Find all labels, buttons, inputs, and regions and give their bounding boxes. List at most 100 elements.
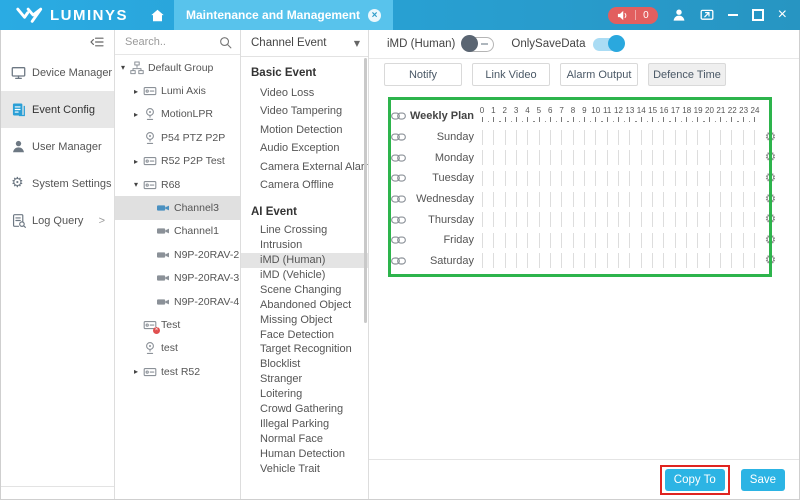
menu-item-intrusion[interactable]: Intrusion (241, 238, 368, 253)
sidebar-item-log-query[interactable]: Log Query> (1, 202, 114, 239)
tree-node-r68[interactable]: ▾ R68 (115, 173, 240, 196)
link-all-icon[interactable] (391, 110, 406, 122)
timeline-wednesday[interactable] (482, 192, 755, 207)
timeline-monday[interactable] (482, 150, 755, 165)
day-settings-gear-icon[interactable]: ⚙ (763, 171, 778, 186)
tree-node-default-group[interactable]: ▾Default Group (115, 56, 240, 79)
tab-maintenance-and-management[interactable]: Maintenance and Management × (174, 0, 393, 30)
minimize-button[interactable] (728, 14, 738, 16)
tree-node-n9p-20rav-3[interactable]: N9P-20RAV-3 (115, 267, 240, 290)
search-input[interactable] (123, 35, 215, 49)
tree-node-label: R68 (161, 179, 180, 191)
event-enable-toggle[interactable] (462, 37, 494, 52)
menu-item-abandoned-object[interactable]: Abandoned Object (241, 298, 368, 313)
expander-open-icon[interactable]: ▾ (118, 63, 128, 72)
sidebar-item-user-manager[interactable]: User Manager (1, 128, 114, 165)
tree-node-test-r52[interactable]: ▸test R52 (115, 360, 240, 383)
tree-node-icon-wrap (156, 201, 170, 215)
tree-node-p54-ptz-p2p[interactable]: P54 PTZ P2P (115, 126, 240, 149)
home-button[interactable] (140, 0, 174, 30)
search-icon[interactable] (219, 36, 232, 49)
tree-node-channel3[interactable]: Channel3 (115, 196, 240, 219)
tree-node-n9p-20rav-2[interactable]: N9P-20RAV-2 (115, 243, 240, 266)
tree-node-label: test (161, 342, 178, 354)
menu-item-imd-vehicle[interactable]: iMD (Vehicle) (241, 268, 368, 283)
hour-label: 7 (559, 106, 563, 115)
menu-scrollbar[interactable] (364, 58, 367, 323)
link-day-icon[interactable] (391, 234, 406, 246)
menu-item-target-recognition[interactable]: Target Recognition (241, 342, 368, 357)
timeline-tuesday[interactable] (482, 171, 755, 186)
tab-link-video[interactable]: Link Video (472, 63, 550, 86)
link-day-icon[interactable] (391, 172, 406, 184)
menu-item-illegal-parking[interactable]: Illegal Parking (241, 417, 368, 432)
timeline-friday[interactable] (482, 233, 755, 248)
sidebar-item-system-settings[interactable]: ⚙System Settings (1, 165, 114, 202)
link-day-icon[interactable] (391, 152, 406, 164)
tree-node-n9p-20rav-4[interactable]: N9P-20RAV-4 (115, 290, 240, 313)
sidebar-item-device-manager[interactable]: Device Manager (1, 54, 114, 91)
day-settings-gear-icon[interactable]: ⚙ (763, 212, 778, 227)
tree-node-lumi-axis[interactable]: ▸Lumi Axis (115, 79, 240, 102)
menu-item-face-detection[interactable]: Face Detection (241, 328, 368, 343)
expander-closed-icon[interactable]: ▸ (131, 367, 141, 376)
tab-notify[interactable]: Notify (384, 63, 462, 86)
alarm-badge[interactable]: 0 (608, 7, 658, 24)
hour-label: 16 (660, 106, 669, 115)
expander-closed-icon[interactable]: ▸ (131, 110, 141, 119)
menu-item-blocklist[interactable]: Blocklist (241, 357, 368, 372)
menu-item-camera-external-alarm[interactable]: Camera External Alarm (241, 158, 368, 176)
event-type-dropdown[interactable]: Channel Event ▼ (241, 30, 368, 57)
sidebar-item-event-config[interactable]: Event Config (1, 91, 114, 128)
day-settings-gear-icon[interactable]: ⚙ (763, 192, 778, 207)
link-day-icon[interactable] (391, 214, 406, 226)
menu-item-normal-face[interactable]: Normal Face (241, 432, 368, 447)
tab-alarm-output[interactable]: Alarm Output (560, 63, 638, 86)
link-day-icon[interactable] (391, 255, 406, 267)
menu-item-video-loss[interactable]: Video Loss (241, 84, 368, 102)
menu-item-missing-object[interactable]: Missing Object (241, 313, 368, 328)
user-account-icon[interactable] (672, 8, 686, 22)
link-day-icon[interactable] (391, 131, 406, 143)
expander-closed-icon[interactable]: ▸ (131, 87, 141, 96)
tree-node-test[interactable]: test (115, 337, 240, 360)
day-settings-gear-icon[interactable]: ⚙ (763, 130, 778, 145)
maximize-button[interactable] (752, 9, 764, 21)
menu-item-audio-exception[interactable]: Audio Exception (241, 139, 368, 157)
tree-node-r52-p2p-test[interactable]: ▸R52 P2P Test (115, 150, 240, 173)
only-save-data-toggle[interactable] (593, 38, 623, 51)
close-button[interactable]: × (778, 8, 787, 22)
collapse-sidebar-icon[interactable] (90, 35, 104, 49)
menu-item-scene-changing[interactable]: Scene Changing (241, 283, 368, 298)
menu-item-crowd-gathering[interactable]: Crowd Gathering (241, 402, 368, 417)
menu-item-line-crossing[interactable]: Line Crossing (241, 223, 368, 238)
menu-item-loitering[interactable]: Loitering (241, 387, 368, 402)
screen-switch-icon[interactable] (700, 8, 714, 22)
tree-node-label: Channel1 (174, 225, 219, 237)
tab-close-icon[interactable]: × (368, 9, 381, 22)
tree-node-test[interactable]: ×Test (115, 313, 240, 336)
save-button[interactable]: Save (741, 469, 785, 491)
day-settings-gear-icon[interactable]: ⚙ (763, 253, 778, 268)
menu-item-camera-offline[interactable]: Camera Offline (241, 176, 368, 194)
day-settings-gear-icon[interactable]: ⚙ (763, 233, 778, 248)
timeline-thursday[interactable] (482, 212, 755, 227)
menu-item-imd-human[interactable]: iMD (Human) (241, 253, 368, 268)
menu-item-video-tampering[interactable]: Video Tampering (241, 102, 368, 120)
timeline-sunday[interactable] (482, 130, 755, 145)
menu-item-human-detection[interactable]: Human Detection (241, 447, 368, 462)
menu-item-vehicle-trait[interactable]: Vehicle Trait (241, 462, 368, 477)
hour-label: 3 (514, 106, 518, 115)
expander-open-icon[interactable]: ▾ (131, 180, 141, 189)
copy-to-button[interactable]: Copy To (665, 469, 725, 491)
day-settings-gear-icon[interactable]: ⚙ (763, 150, 778, 165)
tree-node-icon-wrap (143, 131, 157, 145)
menu-item-motion-detection[interactable]: Motion Detection (241, 121, 368, 139)
tree-node-channel1[interactable]: Channel1 (115, 220, 240, 243)
tab-defence-time[interactable]: Defence Time (648, 63, 726, 86)
link-day-icon[interactable] (391, 193, 406, 205)
menu-item-stranger[interactable]: Stranger (241, 372, 368, 387)
timeline-saturday[interactable] (482, 253, 755, 268)
tree-node-motionlpr[interactable]: ▸MotionLPR (115, 103, 240, 126)
expander-closed-icon[interactable]: ▸ (131, 157, 141, 166)
